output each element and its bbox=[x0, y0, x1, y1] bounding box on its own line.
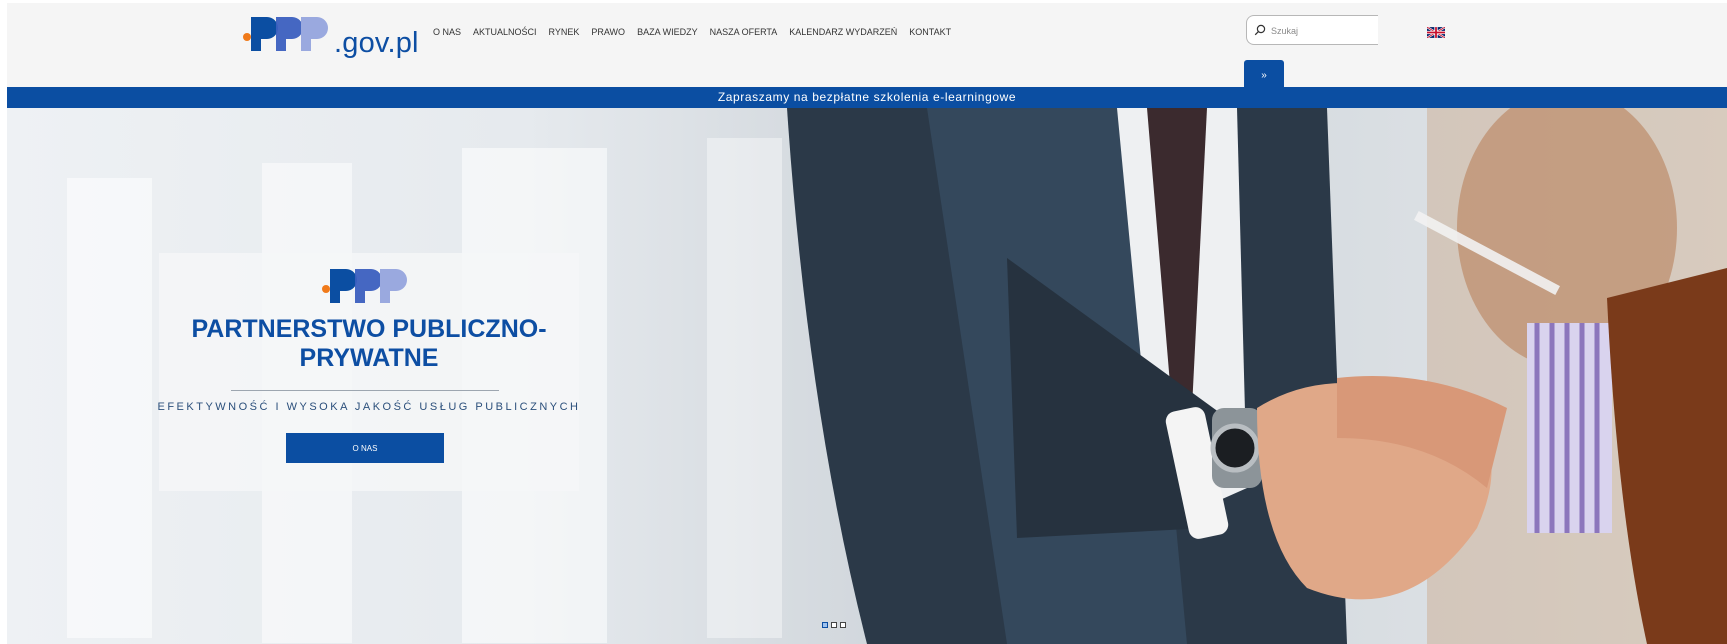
ppp-logo-icon bbox=[322, 269, 407, 303]
slider-dot-2[interactable] bbox=[831, 622, 837, 628]
nav-item-aktualnosci[interactable]: AKTUALNOŚCI bbox=[467, 27, 543, 37]
uk-flag-icon[interactable] bbox=[1427, 27, 1445, 38]
main-nav: O NAS AKTUALNOŚCI RYNEK PRAWO BAZA WIEDZ… bbox=[427, 27, 957, 37]
hero-subtitle: EFEKTYWNOŚĆ I WYSOKA JAKOŚĆ USŁUG PUBLIC… bbox=[157, 401, 581, 413]
slider-pagination bbox=[822, 622, 846, 628]
site-logo[interactable]: .gov.pl bbox=[243, 13, 423, 59]
page: .gov.pl O NAS AKTUALNOŚCI RYNEK PRAWO BA… bbox=[0, 0, 1727, 644]
hero-slider: PARTNERSTWO PUBLICZNO-PRYWATNE EFEKTYWNO… bbox=[7, 108, 1727, 644]
search-submit-button[interactable]: » bbox=[1244, 60, 1284, 90]
nav-item-rynek[interactable]: RYNEK bbox=[543, 27, 586, 37]
slider-dot-3[interactable] bbox=[840, 622, 846, 628]
slider-dot-1[interactable] bbox=[822, 622, 828, 628]
announcement-banner[interactable]: Zapraszamy na bezpłatne szkolenia e-lear… bbox=[7, 87, 1727, 108]
ppp-logo-icon bbox=[243, 17, 328, 51]
nav-item-o-nas[interactable]: O NAS bbox=[427, 27, 467, 37]
search-box bbox=[1246, 15, 1378, 45]
search-icon bbox=[1254, 24, 1266, 36]
search-input[interactable] bbox=[1269, 21, 1373, 41]
nav-item-kalendarz-wydarzen[interactable]: KALENDARZ WYDARZEŃ bbox=[783, 27, 903, 37]
nav-item-prawo[interactable]: PRAWO bbox=[585, 27, 631, 37]
about-us-button[interactable]: O NAS bbox=[286, 433, 444, 463]
hero-title: PARTNERSTWO PUBLICZNO-PRYWATNE bbox=[191, 315, 547, 372]
nav-item-baza-wiedzy[interactable]: BAZA WIEDZY bbox=[631, 27, 704, 37]
hero-divider bbox=[231, 390, 499, 391]
nav-item-nasza-oferta[interactable]: NASZA OFERTA bbox=[704, 27, 784, 37]
hero-card: PARTNERSTWO PUBLICZNO-PRYWATNE EFEKTYWNO… bbox=[158, 253, 579, 491]
site-header: .gov.pl O NAS AKTUALNOŚCI RYNEK PRAWO BA… bbox=[7, 3, 1727, 90]
nav-item-kontakt[interactable]: KONTAKT bbox=[903, 27, 957, 37]
logo-domain-text: .gov.pl bbox=[334, 27, 419, 59]
